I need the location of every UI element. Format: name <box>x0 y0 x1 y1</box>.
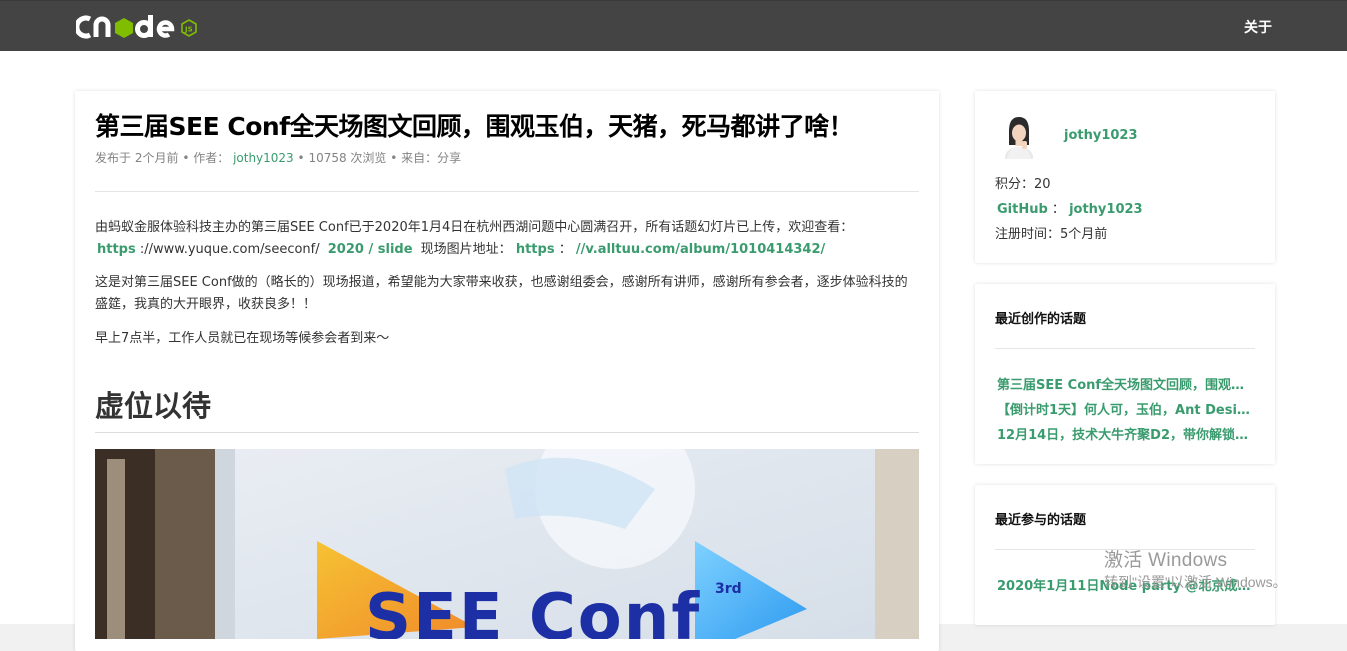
author-label: 作者： <box>193 151 230 165</box>
registered-value: 5个月前 <box>1060 227 1108 242</box>
posted-label: 发布于 <box>95 151 132 165</box>
registered-label: 注册时间： <box>995 227 1061 242</box>
windows-activation-watermark: 激活 Windows <box>1104 550 1228 571</box>
paragraph-report: 这是对第三届SEE Conf做的（略长的）现场报道，希望能为大家带来收获，也感谢… <box>95 275 908 312</box>
author-registered: 注册时间：5个月前 <box>995 223 1107 242</box>
score-label: 积分： <box>995 177 1035 192</box>
meta-sep: • <box>390 151 402 165</box>
windows-activation-subtext: 转到"设置"以激活 Windows。 <box>1104 574 1287 590</box>
author-github: GitHub ： jothy1023 <box>995 198 1143 217</box>
divider <box>95 191 919 192</box>
paragraph-intro: 由蚂蚁金服体验科技主办的第三届SEE Conf已于2020年1月4日在杭州西湖问… <box>95 217 919 261</box>
slides-link-path[interactable]: 2020 / slide <box>328 242 413 257</box>
panel-title: 最近参与的话题 <box>995 513 1087 528</box>
photo-sign-sup: 3rd <box>715 581 742 597</box>
text: ://www.yuque.com/seeconf/ <box>139 242 320 257</box>
author-avatar[interactable] <box>995 111 1043 167</box>
text: ： <box>558 242 572 257</box>
divider <box>95 432 919 433</box>
slides-link-https[interactable]: https <box>97 242 136 257</box>
divider <box>995 348 1255 349</box>
author-panel: jothy1023 积分：20 GitHub ： jothy1023 注册时间：… <box>975 91 1275 263</box>
github-sep: ： <box>1051 202 1065 217</box>
meta-sep: • <box>182 151 194 165</box>
recent-topics-panel: 最近创作的话题 第三届SEE Conf全天场图文回顾，围观玉伯，天猪，死马都讲了… <box>975 284 1275 464</box>
github-user-link[interactable]: jothy1023 <box>1069 202 1143 217</box>
text: 由蚂蚁金服体验科技主办的第三届SEE Conf已于2020年1月4日在杭州西湖问… <box>95 220 854 235</box>
recent-topic-link[interactable]: 第三届SEE Conf全天场图文回顾，围观玉伯，天猪，死马都讲了啥！ <box>997 374 1253 393</box>
cnode-logo[interactable]: JS <box>74 11 200 43</box>
text: 现场图片地址： <box>420 242 512 257</box>
photos-link-https[interactable]: https <box>516 242 555 257</box>
svg-text:JS: JS <box>184 26 193 34</box>
posted-time: 2个月前 <box>134 151 179 165</box>
score-value: 20 <box>1034 177 1051 192</box>
github-label-link[interactable]: GitHub <box>997 202 1048 217</box>
navbar: JS 关于 <box>0 0 1347 51</box>
recent-topic-link[interactable]: 12月14日，技术大牛齐聚D2，带你解锁前端新姿势 <box>997 424 1253 443</box>
meta-sep: • <box>297 151 309 165</box>
topic-panel: 第三届SEE Conf全天场图文回顾，围观玉伯，天猪，死马都讲了啥！ 发布于 2… <box>75 91 939 651</box>
conference-photo: SEE Conf 3rd <box>95 449 919 639</box>
nav-about-link[interactable]: 关于 <box>1244 17 1272 37</box>
topic-meta: 发布于 2个月前 • 作者： jothy1023 • 10758 次浏览 • 来… <box>95 149 461 166</box>
photos-link-path[interactable]: //v.alltuu.com/album/1010414342/ <box>576 242 825 257</box>
panel-title: 最近创作的话题 <box>995 312 1087 327</box>
view-count: 10758 次浏览 <box>308 151 387 165</box>
author-score: 积分：20 <box>995 173 1051 192</box>
photo-sign-text: SEE Conf <box>365 581 701 639</box>
topic-author-link[interactable]: jothy1023 <box>233 151 294 165</box>
sidebar-author-link[interactable]: jothy1023 <box>1064 128 1138 143</box>
paragraph-morning: 早上7点半，工作人员就已在现场等候参会者到来～ <box>95 331 390 346</box>
topic-source: 来自：分享 <box>401 151 462 165</box>
recent-topic-link[interactable]: 【倒计时1天】何人可，玉伯，Ant Design 设计师... <box>997 399 1253 418</box>
topic-title: 第三届SEE Conf全天场图文回顾，围观玉伯，天猪，死马都讲了啥！ <box>95 112 854 141</box>
section-heading: 虚位以待 <box>95 389 212 423</box>
